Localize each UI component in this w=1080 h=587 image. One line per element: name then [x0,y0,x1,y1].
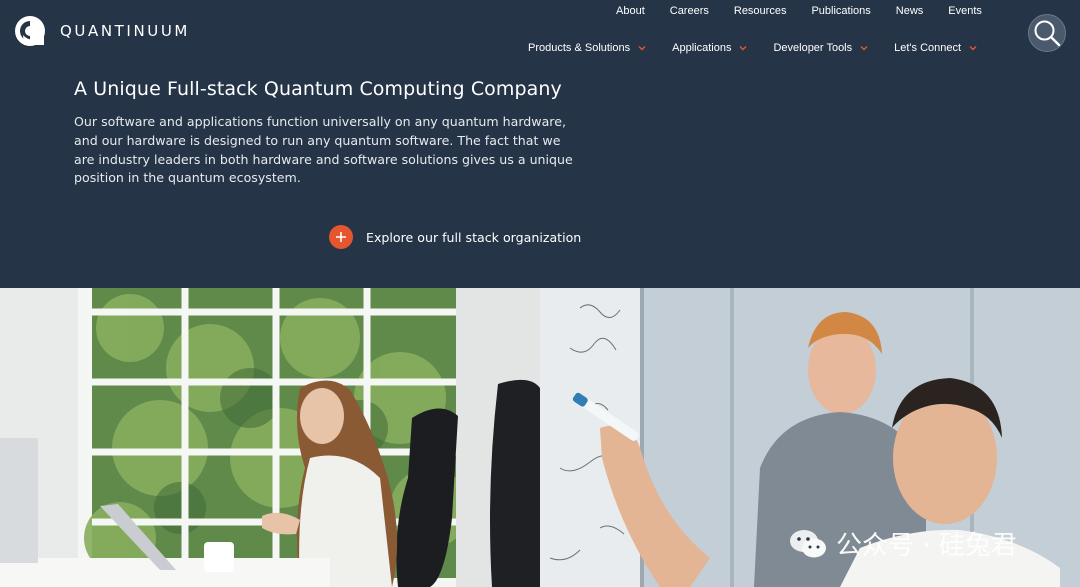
explore-label: Explore our full stack organization [366,229,582,245]
main-nav-label: Products & Solutions [528,42,631,54]
brand-logo[interactable]: QUANTINUUM [14,15,190,47]
search-icon [1034,20,1061,47]
util-nav-events[interactable]: Events [948,5,982,17]
hero-body: Our software and applications function u… [74,114,573,186]
search-button[interactable] [1028,14,1066,52]
util-nav-publications[interactable]: Publications [811,5,870,17]
utility-nav: About Careers Resources Publications New… [616,5,982,17]
wechat-icon [790,529,826,557]
main-nav-label: Let's Connect [894,42,962,54]
chevron-down-icon [969,46,977,51]
hero-title: A Unique Full-stack Quantum Computing Co… [74,78,562,100]
chevron-down-icon [638,46,646,51]
main-nav-developer-tools[interactable]: Developer Tools [773,42,868,54]
chevron-down-icon [860,46,868,51]
util-nav-careers[interactable]: Careers [670,5,709,17]
util-nav-news[interactable]: News [896,5,924,17]
main-nav-label: Applications [672,42,732,54]
plus-icon [329,225,353,249]
quantinuum-logo-icon [15,16,45,46]
main-nav: Products & Solutions Applications Develo… [528,42,977,54]
brand-name: QUANTINUUM [60,22,190,40]
main-nav-label: Developer Tools [773,42,853,54]
wechat-watermark: 公众号 · 硅兔君 [788,525,1017,562]
util-nav-about[interactable]: About [616,5,645,17]
watermark-text: 公众号 · 硅兔君 [836,531,1017,561]
office-photo-woman-at-desk [0,288,540,587]
main-nav-products-solutions[interactable]: Products & Solutions [528,42,646,54]
util-nav-resources[interactable]: Resources [734,5,787,17]
main-nav-lets-connect[interactable]: Let's Connect [894,42,977,54]
explore-full-stack-link[interactable]: Explore our full stack organization [329,225,581,249]
chevron-down-icon [739,46,747,51]
main-nav-applications[interactable]: Applications [672,42,747,54]
